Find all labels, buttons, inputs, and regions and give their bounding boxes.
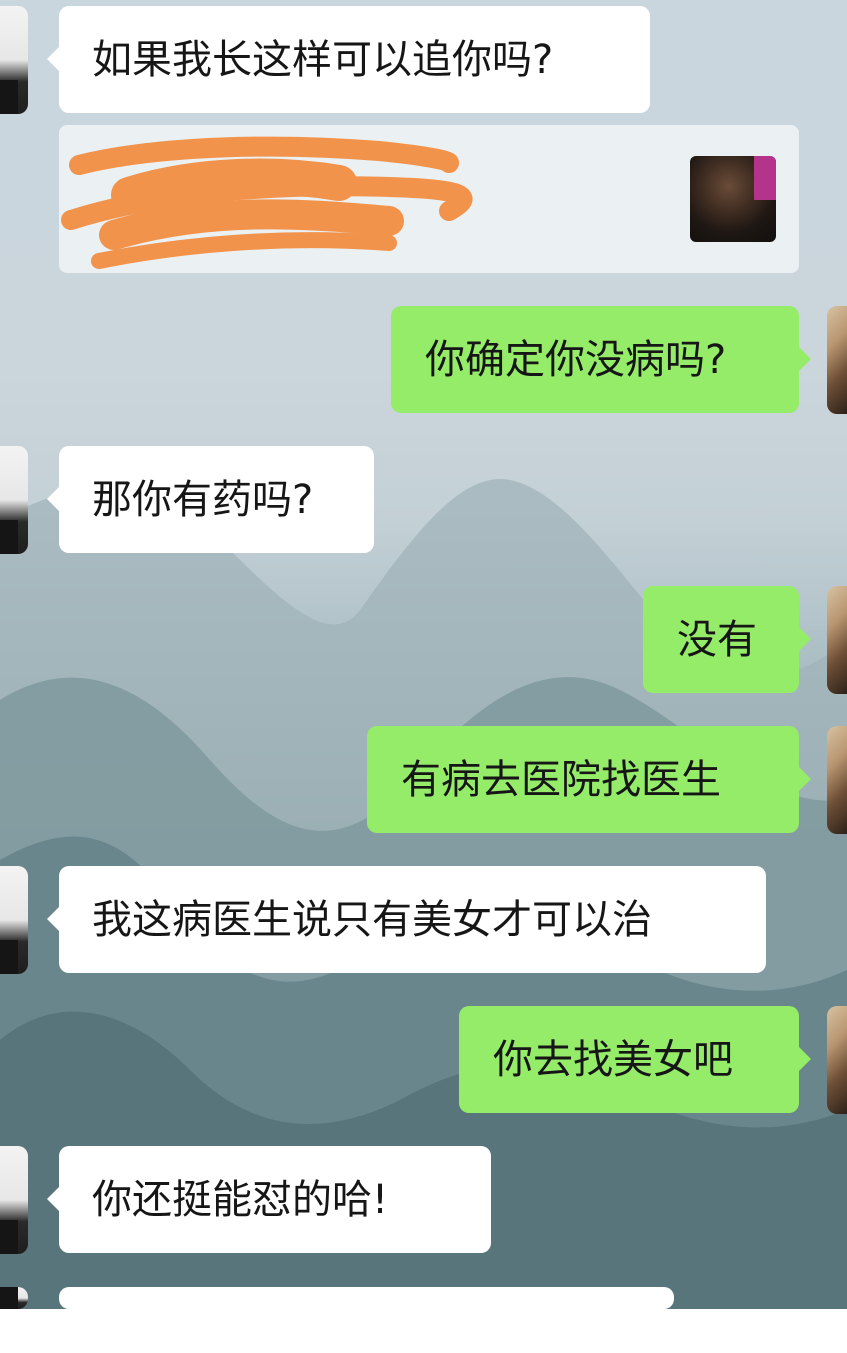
- message-text: 有病去医院找医生: [401, 756, 721, 803]
- avatar[interactable]: [827, 306, 847, 414]
- avatar[interactable]: [0, 866, 28, 974]
- avatar[interactable]: [0, 1146, 28, 1254]
- message-text: 没有: [677, 616, 757, 663]
- redaction-scribble: [61, 136, 473, 269]
- avatar[interactable]: [0, 1287, 28, 1309]
- outgoing-message-bubble[interactable]: 你确定你没病吗?: [391, 306, 811, 413]
- avatar[interactable]: [0, 6, 28, 114]
- avatar[interactable]: [827, 586, 847, 694]
- shared-profile-card[interactable]: [59, 125, 799, 273]
- outgoing-message-bubble[interactable]: 有病去医院找医生: [367, 726, 811, 833]
- profile-photo: [690, 156, 776, 242]
- message-text: 我这病医生说只有美女才可以治: [92, 896, 652, 943]
- incoming-message-bubble[interactable]: 你还挺能怼的哈!: [47, 1146, 491, 1253]
- message-text: 如果我长这样可以追你吗?: [92, 36, 554, 83]
- outgoing-message-bubble[interactable]: 你去找美女吧: [459, 1006, 811, 1113]
- avatar[interactable]: [0, 446, 28, 554]
- incoming-message-bubble[interactable]: 那你有药吗?: [47, 446, 374, 553]
- incoming-message-bubble[interactable]: 我这病医生说只有美女才可以治: [47, 866, 766, 973]
- message-text: 你确定你没病吗?: [425, 336, 727, 383]
- message-text: 你去找美女吧: [493, 1036, 733, 1083]
- message-text: 那你有药吗?: [92, 476, 314, 523]
- outgoing-message-bubble[interactable]: 没有: [643, 586, 811, 693]
- avatar[interactable]: [827, 726, 847, 834]
- incoming-message-bubble[interactable]: 如果我长这样可以追你吗?: [47, 6, 650, 113]
- incoming-message-bubble[interactable]: [47, 1287, 674, 1353]
- message-text: 你还挺能怼的哈!: [92, 1176, 389, 1223]
- avatar[interactable]: [827, 1006, 847, 1114]
